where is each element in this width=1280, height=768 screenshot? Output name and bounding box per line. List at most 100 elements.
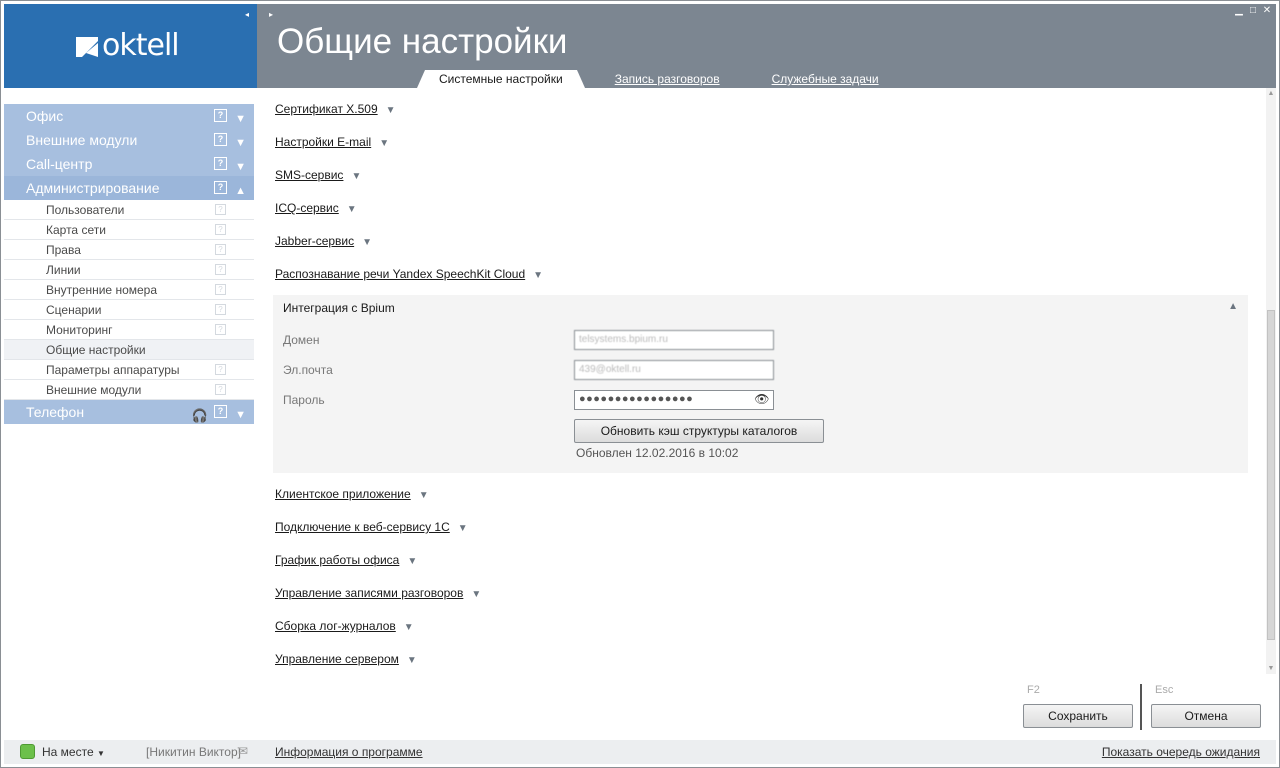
tab-bar: Системные настройки Запись разговоров Сл… xyxy=(417,70,931,88)
section-x509[interactable]: Сертификат X.509 ▼ xyxy=(275,102,396,116)
chevron-down-icon[interactable]: ▼ xyxy=(347,204,357,215)
chevron-down-icon: ▼ xyxy=(96,749,105,758)
section-title: Интеграция с Bpium xyxy=(283,301,395,315)
about-program-link[interactable]: Информация о программе xyxy=(275,745,423,759)
sidebar-item-rights[interactable]: Права ? xyxy=(4,240,254,260)
status-selector[interactable]: На месте ▼ xyxy=(42,745,105,759)
sidebar-item-label: Сценарии xyxy=(46,303,102,317)
help-icon[interactable]: ? xyxy=(214,181,227,194)
collapse-sidebar-icon[interactable]: ◂ xyxy=(245,10,249,19)
chevron-down-icon[interactable]: ▼ xyxy=(471,589,481,600)
sidebar-group-label: Офис xyxy=(26,108,64,124)
chevron-down-icon[interactable]: ▼ xyxy=(351,171,361,182)
section-sms[interactable]: SMS-сервис ▼ xyxy=(275,168,361,182)
section-label: Управление сервером xyxy=(275,652,399,666)
sidebar-item-external-modules[interactable]: Внешние модули ? xyxy=(4,380,254,400)
help-icon[interactable]: ? xyxy=(214,109,227,122)
show-password-icon[interactable]: 👁 xyxy=(754,392,770,406)
section-speechkit[interactable]: Распознавание речи Yandex SpeechKit Clou… xyxy=(275,267,543,281)
section-label: Управление записями разговоров xyxy=(275,586,464,600)
headset-icon[interactable]: 🎧 xyxy=(192,404,208,428)
sidebar-group-phone[interactable]: Телефон 🎧 ? ▼ xyxy=(4,400,254,424)
help-icon[interactable]: ? xyxy=(214,405,227,418)
domain-field[interactable]: telsystems.bpium.ru xyxy=(574,330,774,350)
tab-system-settings[interactable]: Системные настройки xyxy=(417,70,585,88)
chevron-down-icon[interactable]: ▼ xyxy=(419,490,429,501)
help-icon[interactable]: ? xyxy=(215,384,226,395)
sidebar-item-monitoring[interactable]: Мониторинг ? xyxy=(4,320,254,340)
help-icon[interactable]: ? xyxy=(215,284,226,295)
sidebar-item-network-map[interactable]: Карта сети ? xyxy=(4,220,254,240)
sidebar-item-internal-numbers[interactable]: Внутренние номера ? xyxy=(4,280,254,300)
password-mask: ●●●●●●●●●●●●●●●● xyxy=(579,393,694,405)
help-icon[interactable]: ? xyxy=(214,157,227,170)
vertical-scrollbar[interactable]: ▲ ▼ xyxy=(1266,88,1276,674)
help-icon[interactable]: ? xyxy=(215,324,226,335)
refresh-catalog-cache-button[interactable]: Обновить кэш структуры каталогов xyxy=(574,419,824,443)
chevron-down-icon[interactable]: ▼ xyxy=(533,270,543,281)
section-log-collection[interactable]: Сборка лог-журналов ▼ xyxy=(275,619,414,633)
logo-text: oktell xyxy=(102,28,180,63)
help-icon[interactable]: ? xyxy=(215,244,226,255)
oktell-logo-icon xyxy=(76,36,98,57)
section-label: Сборка лог-журналов xyxy=(275,619,396,633)
sidebar-item-scenarios[interactable]: Сценарии ? xyxy=(4,300,254,320)
tab-service-tasks[interactable]: Служебные задачи xyxy=(772,70,879,88)
chevron-down-icon[interactable]: ▼ xyxy=(407,655,417,666)
scroll-up-icon[interactable]: ▲ xyxy=(1266,90,1276,97)
section-icq[interactable]: ICQ-сервис ▼ xyxy=(275,201,357,215)
sidebar-item-label: Линии xyxy=(46,263,81,277)
sidebar-group-office[interactable]: Офис ? ▼ xyxy=(4,104,254,128)
sidebar-item-general-settings[interactable]: Общие настройки xyxy=(4,340,254,360)
sidebar-group-external-modules[interactable]: Внешние модули ? ▼ xyxy=(4,128,254,152)
cancel-hotkey-hint: Esc xyxy=(1155,684,1174,696)
close-icon[interactable]: ✕ xyxy=(1262,6,1272,16)
mail-icon[interactable]: ✉ xyxy=(238,744,248,758)
help-icon[interactable]: ? xyxy=(214,133,227,146)
sidebar-item-label: Внешние модули xyxy=(46,383,142,397)
domain-label: Домен xyxy=(283,333,320,347)
cancel-button[interactable]: Отмена xyxy=(1151,704,1261,728)
help-icon[interactable]: ? xyxy=(215,364,226,375)
section-office-schedule[interactable]: График работы офиса ▼ xyxy=(275,553,417,567)
section-label: Сертификат X.509 xyxy=(275,102,378,116)
section-client-app[interactable]: Клиентское приложение ▼ xyxy=(275,487,429,501)
tab-call-recording[interactable]: Запись разговоров xyxy=(615,70,720,88)
sidebar-group-label: Администрирование xyxy=(26,180,160,196)
chevron-down-icon[interactable]: ▼ xyxy=(379,138,389,149)
chevron-down-icon[interactable]: ▼ xyxy=(458,523,468,534)
expand-icon[interactable]: ▸ xyxy=(269,10,273,19)
sidebar-item-users[interactable]: Пользователи ? xyxy=(4,200,254,220)
help-icon[interactable]: ? xyxy=(215,204,226,215)
section-email[interactable]: Настройки E-mail ▼ xyxy=(275,135,389,149)
save-button[interactable]: Сохранить xyxy=(1023,704,1133,728)
chevron-down-icon[interactable]: ▼ xyxy=(404,622,414,633)
sidebar-group-administration[interactable]: Администрирование ? ▲ xyxy=(4,176,254,200)
sidebar-item-lines[interactable]: Линии ? xyxy=(4,260,254,280)
help-icon[interactable]: ? xyxy=(215,264,226,275)
email-field[interactable]: 439@oktell.ru xyxy=(574,360,774,380)
sidebar-group-call-center[interactable]: Call-центр ? ▼ xyxy=(4,152,254,176)
section-server-management[interactable]: Управление сервером ▼ xyxy=(275,652,417,666)
scroll-down-icon[interactable]: ▼ xyxy=(1266,665,1276,672)
section-1c-webservice[interactable]: Подключение к веб-сервису 1С ▼ xyxy=(275,520,468,534)
password-field[interactable]: ●●●●●●●●●●●●●●●● 👁 xyxy=(574,390,774,410)
status-bar-right: Информация о программе Показать очередь … xyxy=(257,740,1276,764)
chevron-down-icon[interactable]: ▼ xyxy=(362,237,372,248)
email-label: Эл.почта xyxy=(283,363,333,377)
section-label: Настройки E-mail xyxy=(275,135,372,149)
header: ▸ ▁ □ ✕ Общие настройки Системные настро… xyxy=(257,4,1276,88)
help-icon[interactable]: ? xyxy=(215,224,226,235)
section-jabber[interactable]: Jabber-сервис ▼ xyxy=(275,234,372,248)
minimize-icon[interactable]: ▁ xyxy=(1234,6,1244,16)
chevron-down-icon[interactable]: ▼ xyxy=(407,556,417,567)
sidebar-item-hardware-params[interactable]: Параметры аппаратуры ? xyxy=(4,360,254,380)
chevron-down-icon[interactable]: ▼ xyxy=(386,105,396,116)
chevron-down-icon[interactable]: ▼ xyxy=(235,403,246,427)
chevron-up-icon[interactable]: ▲ xyxy=(1228,301,1238,312)
help-icon[interactable]: ? xyxy=(215,304,226,315)
maximize-icon[interactable]: □ xyxy=(1248,6,1258,16)
show-queue-link[interactable]: Показать очередь ожидания xyxy=(1102,745,1260,759)
section-recording-management[interactable]: Управление записями разговоров ▼ xyxy=(275,586,481,600)
scrollbar-thumb[interactable] xyxy=(1267,310,1275,640)
